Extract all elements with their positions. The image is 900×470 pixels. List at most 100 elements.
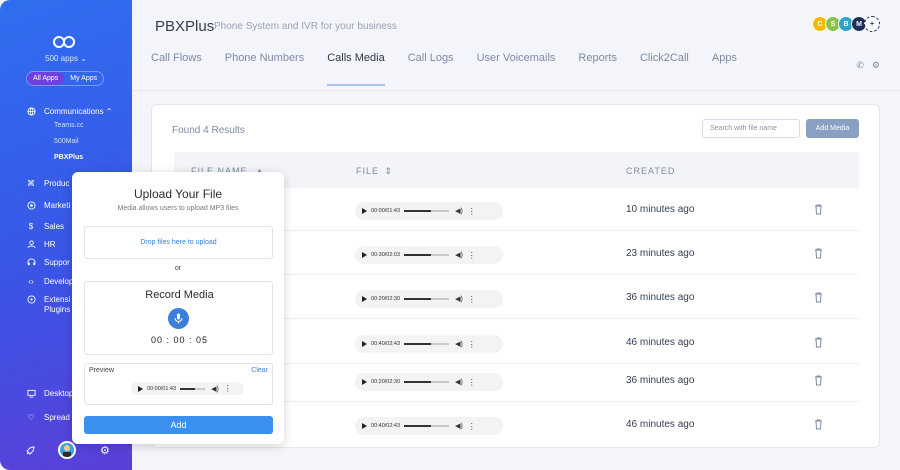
tab-phone-numbers[interactable]: Phone Numbers xyxy=(225,52,305,86)
header-icons: ✆ ⚙ xyxy=(856,60,880,71)
col-file[interactable]: FILE ⇕ xyxy=(356,166,393,177)
more-icon[interactable]: ⋮ xyxy=(468,340,476,349)
clear-link[interactable]: Clear xyxy=(251,367,268,374)
tab-call-flows[interactable]: Call Flows xyxy=(151,52,202,86)
sidebar-item-label: Communications ⌃ xyxy=(44,106,113,116)
play-icon[interactable] xyxy=(362,296,367,302)
sidebar-item-label: Sales xyxy=(44,221,65,231)
sidebar-subitem-pbxplus[interactable]: PBXPlus xyxy=(54,154,83,161)
add-media-button[interactable]: Add Media xyxy=(806,119,859,138)
audio-progress[interactable] xyxy=(404,254,450,256)
trash-icon[interactable] xyxy=(814,337,823,348)
settings-gear-icon[interactable]: ⚙ xyxy=(100,444,110,457)
infinity-logo-icon[interactable] xyxy=(52,35,76,49)
volume-icon[interactable]: ◀) xyxy=(455,422,463,430)
trash-icon[interactable] xyxy=(814,292,823,303)
play-icon[interactable] xyxy=(362,423,367,429)
audio-progress[interactable] xyxy=(404,343,450,345)
sidebar-item-desktop[interactable]: Desktop xyxy=(26,388,73,398)
audio-progress[interactable] xyxy=(404,381,450,383)
play-icon[interactable] xyxy=(362,341,367,347)
more-icon[interactable]: ⋮ xyxy=(224,384,232,393)
my-apps-toggle[interactable]: My Apps xyxy=(64,72,103,85)
tab-apps[interactable]: Apps xyxy=(712,52,737,86)
more-icon[interactable]: ⋮ xyxy=(468,251,476,260)
play-icon[interactable] xyxy=(362,252,367,258)
created-time: 36 minutes ago xyxy=(626,375,695,386)
sidebar-item-extensions[interactable]: Extensi xyxy=(26,294,70,304)
preview-audio-player[interactable]: 00:00/01:43 ◀) ⋮ xyxy=(131,382,244,395)
created-time: 46 minutes ago xyxy=(626,419,695,430)
tab-calls-media[interactable]: Calls Media xyxy=(327,52,385,86)
audio-player[interactable]: 00:20/02:30 ◀) ⋮ xyxy=(355,290,503,308)
puzzle-icon xyxy=(26,294,36,304)
sidebar-subitem-500mail[interactable]: 500Mail xyxy=(54,138,79,145)
audio-player[interactable]: 00:40/02:43 ◀) ⋮ xyxy=(355,335,503,353)
more-icon[interactable]: ⋮ xyxy=(468,422,476,431)
record-media-panel: Record Media 00 : 00 : 05 xyxy=(84,281,273,355)
code-icon: ‹› xyxy=(28,276,34,286)
globe-icon xyxy=(26,106,36,116)
audio-progress[interactable] xyxy=(180,387,206,390)
audio-progress[interactable] xyxy=(404,425,450,427)
audio-player[interactable]: 00:40/02:43 ◀) ⋮ xyxy=(355,417,503,435)
phone-icon[interactable]: ✆ xyxy=(856,60,864,71)
volume-icon[interactable]: ◀) xyxy=(455,251,463,259)
sidebar-item-label: Spread xyxy=(44,412,70,422)
trash-icon[interactable] xyxy=(814,419,823,430)
play-icon[interactable] xyxy=(138,385,143,392)
results-count: Found 4 Results xyxy=(172,125,245,136)
user-avatar[interactable] xyxy=(58,441,76,459)
audio-time: 00:30/02:03 xyxy=(371,252,401,258)
add-user-icon[interactable]: + xyxy=(864,16,880,32)
volume-icon[interactable]: ◀) xyxy=(455,378,463,386)
sidebar-item-spread[interactable]: ♡ Spread xyxy=(26,412,70,422)
play-icon[interactable] xyxy=(362,208,367,214)
tab-call-logs[interactable]: Call Logs xyxy=(408,52,454,86)
created-time: 46 minutes ago xyxy=(626,337,695,348)
audio-progress[interactable] xyxy=(404,298,450,300)
all-apps-toggle[interactable]: All Apps xyxy=(27,72,65,85)
apps-count-dropdown[interactable]: 500 apps ⌄ xyxy=(0,54,132,63)
audio-player[interactable]: 00:30/02:03 ◀) ⋮ xyxy=(355,246,503,264)
audio-player[interactable]: 00:00/01:43 ◀) ⋮ xyxy=(355,202,503,220)
volume-icon[interactable]: ◀) xyxy=(455,340,463,348)
sort-icon[interactable]: ⇕ xyxy=(385,166,394,176)
sidebar-item-support[interactable]: Suppor xyxy=(26,257,70,267)
target-icon xyxy=(26,200,36,210)
audio-time: 00:20/02:30 xyxy=(371,379,401,385)
trash-icon[interactable] xyxy=(814,375,823,386)
add-button[interactable]: Add xyxy=(84,416,273,434)
volume-icon[interactable]: ◀) xyxy=(211,385,219,393)
sidebar-subitem-teams[interactable]: Teams.cc xyxy=(54,122,84,129)
sidebar-item-products[interactable]: ⌘ Produc xyxy=(26,178,69,188)
audio-progress[interactable] xyxy=(404,210,450,212)
tab-click2call[interactable]: Click2Call xyxy=(640,52,689,86)
created-time: 36 minutes ago xyxy=(626,292,695,303)
more-icon[interactable]: ⋮ xyxy=(468,295,476,304)
sidebar-item-developer[interactable]: ‹› Develop xyxy=(26,276,73,286)
settings-icon[interactable]: ⚙ xyxy=(872,60,880,71)
tab-reports[interactable]: Reports xyxy=(578,52,617,86)
volume-icon[interactable]: ◀) xyxy=(455,207,463,215)
sidebar-item-sales[interactable]: $ Sales xyxy=(26,221,64,231)
play-icon[interactable] xyxy=(362,379,367,385)
trash-icon[interactable] xyxy=(814,204,823,215)
more-icon[interactable]: ⋮ xyxy=(468,207,476,216)
preview-panel: Preview Clear 00:00/01:43 ◀) ⋮ xyxy=(84,363,273,405)
modal-subtitle: Media allows users to upload MP3 files xyxy=(117,205,239,212)
file-dropzone[interactable]: Drop files here to upload xyxy=(84,226,273,259)
tab-user-voicemails[interactable]: User Voicemails xyxy=(477,52,556,86)
volume-icon[interactable]: ◀) xyxy=(455,295,463,303)
microphone-button[interactable] xyxy=(168,308,189,329)
col-created[interactable]: CREATED xyxy=(626,166,675,176)
audio-player[interactable]: 00:20/02:30 ◀) ⋮ xyxy=(355,373,503,391)
more-icon[interactable]: ⋮ xyxy=(468,378,476,387)
sidebar-item-communications[interactable]: Communications ⌃ xyxy=(26,106,113,116)
search-input[interactable]: Search with file name xyxy=(702,119,800,138)
sidebar-item-hr[interactable]: HR xyxy=(26,239,56,249)
trash-icon[interactable] xyxy=(814,248,823,259)
sidebar-item-marketing[interactable]: Marketi xyxy=(26,200,70,210)
team-avatars[interactable]: C S B M + xyxy=(812,16,880,32)
rocket-icon[interactable] xyxy=(25,446,35,456)
